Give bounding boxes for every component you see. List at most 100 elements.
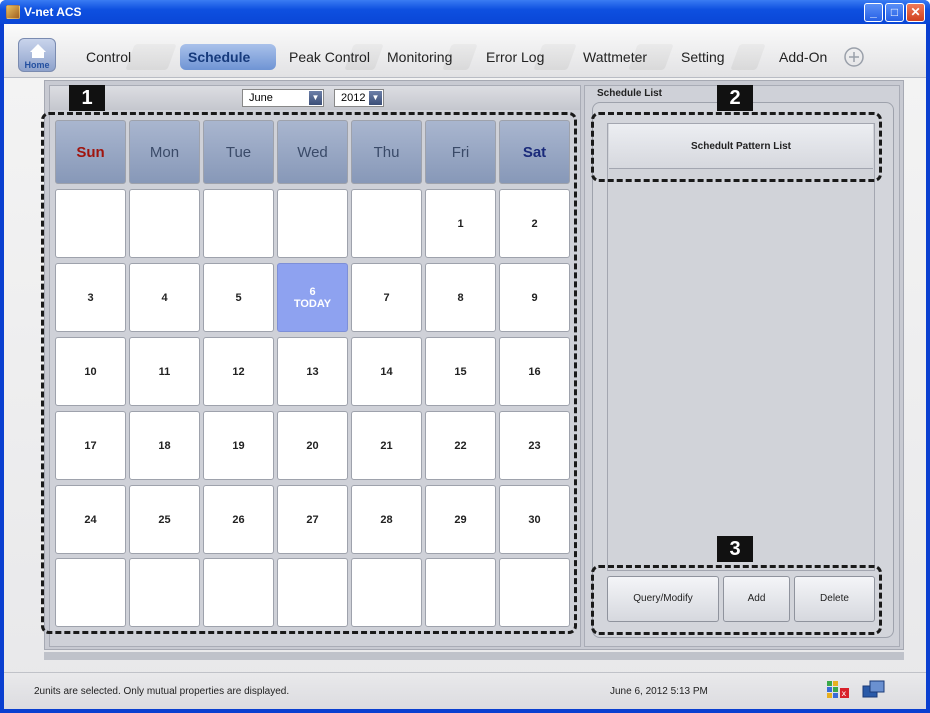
day-number: 8 — [457, 291, 464, 304]
calendar-day-cell[interactable] — [277, 189, 348, 258]
tab-label: Setting — [681, 49, 725, 65]
tab-monitoring[interactable]: Monitoring — [383, 44, 478, 70]
app-icon — [6, 5, 20, 19]
tab-label: Monitoring — [387, 49, 453, 65]
calendar-day-cell[interactable]: 4 — [129, 263, 200, 332]
query-modify-button[interactable]: Query/Modify — [607, 576, 719, 622]
tab-label: Wattmeter — [583, 49, 648, 65]
year-select[interactable]: 2012 ▼ — [334, 89, 384, 107]
calendar-day-cell[interactable]: 25 — [129, 485, 200, 554]
calendar-day-cell[interactable]: 14 — [351, 337, 422, 406]
day-number: 16 — [528, 365, 541, 378]
schedule-pattern-list[interactable]: Schedult Pattern List — [607, 123, 875, 571]
status-bar: 2units are selected. Only mutual propert… — [4, 672, 926, 709]
calendar-day-cell[interactable]: 29 — [425, 485, 496, 554]
calendar-day-cell[interactable]: 1 — [425, 189, 496, 258]
calendar-day-cell[interactable]: 26 — [203, 485, 274, 554]
close-button[interactable]: ✕ — [906, 3, 925, 22]
day-number: 5 — [235, 291, 242, 304]
tab-label: Peak Control — [289, 49, 370, 65]
add-plus-icon — [844, 47, 864, 67]
calendar-day-cell[interactable]: 18 — [129, 411, 200, 480]
calendar-day-cell[interactable] — [277, 558, 348, 627]
tab-label: Control — [86, 49, 132, 65]
unit-grid-icon[interactable]: x — [826, 679, 850, 699]
month-select[interactable]: June ▼ — [242, 89, 324, 107]
calendar-day-cell[interactable]: 19 — [203, 411, 274, 480]
calendar-day-cell[interactable] — [425, 558, 496, 627]
calendar-day-cell[interactable]: 10 — [55, 337, 126, 406]
delete-button[interactable]: Delete — [794, 576, 875, 622]
calendar-day-cell[interactable] — [129, 189, 200, 258]
tab-schedule[interactable]: Schedule — [180, 44, 276, 70]
calendar-day-cell[interactable]: 9 — [499, 263, 570, 332]
day-number: 27 — [306, 513, 319, 526]
tab-add-on[interactable]: Add-On — [775, 44, 864, 70]
day-number: 1 — [457, 217, 464, 230]
calendar-day-cell[interactable] — [499, 558, 570, 627]
tab-control[interactable]: Control — [82, 44, 177, 70]
calendar-day-cell[interactable]: 20 — [277, 411, 348, 480]
day-number: 6 — [309, 285, 316, 298]
calendar-day-cell[interactable]: 5 — [203, 263, 274, 332]
main-content: June ▼ 2012 ▼ Sun Mon Tue Wed Thu Fri Sat 1 2 3 4 5… — [44, 80, 904, 650]
weekday-header: Wed — [277, 120, 348, 184]
annotation-badge-3: 3 — [717, 536, 753, 562]
calendar-day-cell[interactable] — [55, 558, 126, 627]
tab-setting[interactable]: Setting — [677, 44, 766, 70]
calendar-day-cell[interactable]: 30 — [499, 485, 570, 554]
calendar-day-cell[interactable] — [129, 558, 200, 627]
calendar-day-cell[interactable]: 16 — [499, 337, 570, 406]
calendar-day-cell[interactable]: 13 — [277, 337, 348, 406]
weekday-header: Mon — [129, 120, 200, 184]
day-number: 2 — [531, 217, 538, 230]
calendar-day-cell[interactable]: 27 — [277, 485, 348, 554]
content-bottom-bar — [44, 652, 904, 660]
month-value: June — [249, 92, 273, 104]
day-number: 19 — [232, 439, 245, 452]
annotation-badge-1: 1 — [69, 85, 105, 111]
calendar-day-cell[interactable]: 11 — [129, 337, 200, 406]
weekday-header: Sun — [55, 120, 126, 184]
minimize-button[interactable]: _ — [864, 3, 883, 22]
calendar-day-cell[interactable] — [351, 189, 422, 258]
tab-error-log[interactable]: Error Log — [482, 44, 577, 70]
calendar-day-cell[interactable] — [203, 189, 274, 258]
tab-label: Add-On — [779, 49, 828, 65]
maximize-button[interactable]: □ — [885, 3, 904, 22]
calendar-day-cell[interactable] — [351, 558, 422, 627]
calendar-day-cell[interactable]: 21 — [351, 411, 422, 480]
calendar-day-cell[interactable]: 12 — [203, 337, 274, 406]
calendar-day-cell[interactable]: 24 — [55, 485, 126, 554]
calendar-day-cell[interactable]: 2 — [499, 189, 570, 258]
tab-peak-control[interactable]: Peak Control — [285, 44, 384, 70]
calendar-day-cell[interactable] — [203, 558, 274, 627]
calendar-day-cell[interactable]: 22 — [425, 411, 496, 480]
day-number: 26 — [232, 513, 245, 526]
schedule-pattern-list-header[interactable]: Schedult Pattern List — [609, 124, 873, 169]
calendar-day-cell[interactable]: 15 — [425, 337, 496, 406]
day-number: 7 — [383, 291, 390, 304]
tab-wattmeter[interactable]: Wattmeter — [579, 44, 674, 70]
title-bar[interactable]: V-net ACS _ □ ✕ — [0, 0, 930, 24]
home-button[interactable]: Home — [18, 38, 56, 72]
svg-text:x: x — [842, 689, 847, 698]
chevron-down-icon: ▼ — [369, 91, 382, 105]
calendar-day-today[interactable]: 6 TODAY — [277, 263, 348, 332]
calendar-day-cell[interactable]: 7 — [351, 263, 422, 332]
day-number: 17 — [84, 439, 97, 452]
home-label: Home — [24, 60, 50, 70]
calendar-day-cell[interactable]: 17 — [55, 411, 126, 480]
day-number: 15 — [454, 365, 467, 378]
calendar-day-cell[interactable]: 3 — [55, 263, 126, 332]
day-number: 4 — [161, 291, 168, 304]
calendar-day-cell[interactable]: 28 — [351, 485, 422, 554]
window-title: V-net ACS — [24, 5, 82, 19]
windows-icon[interactable] — [862, 679, 886, 699]
control-tab-icon — [125, 44, 177, 70]
calendar-day-cell[interactable]: 23 — [499, 411, 570, 480]
calendar-day-cell[interactable]: 8 — [425, 263, 496, 332]
add-button[interactable]: Add — [723, 576, 790, 622]
calendar-day-cell[interactable] — [55, 189, 126, 258]
home-icon-body — [32, 51, 44, 58]
